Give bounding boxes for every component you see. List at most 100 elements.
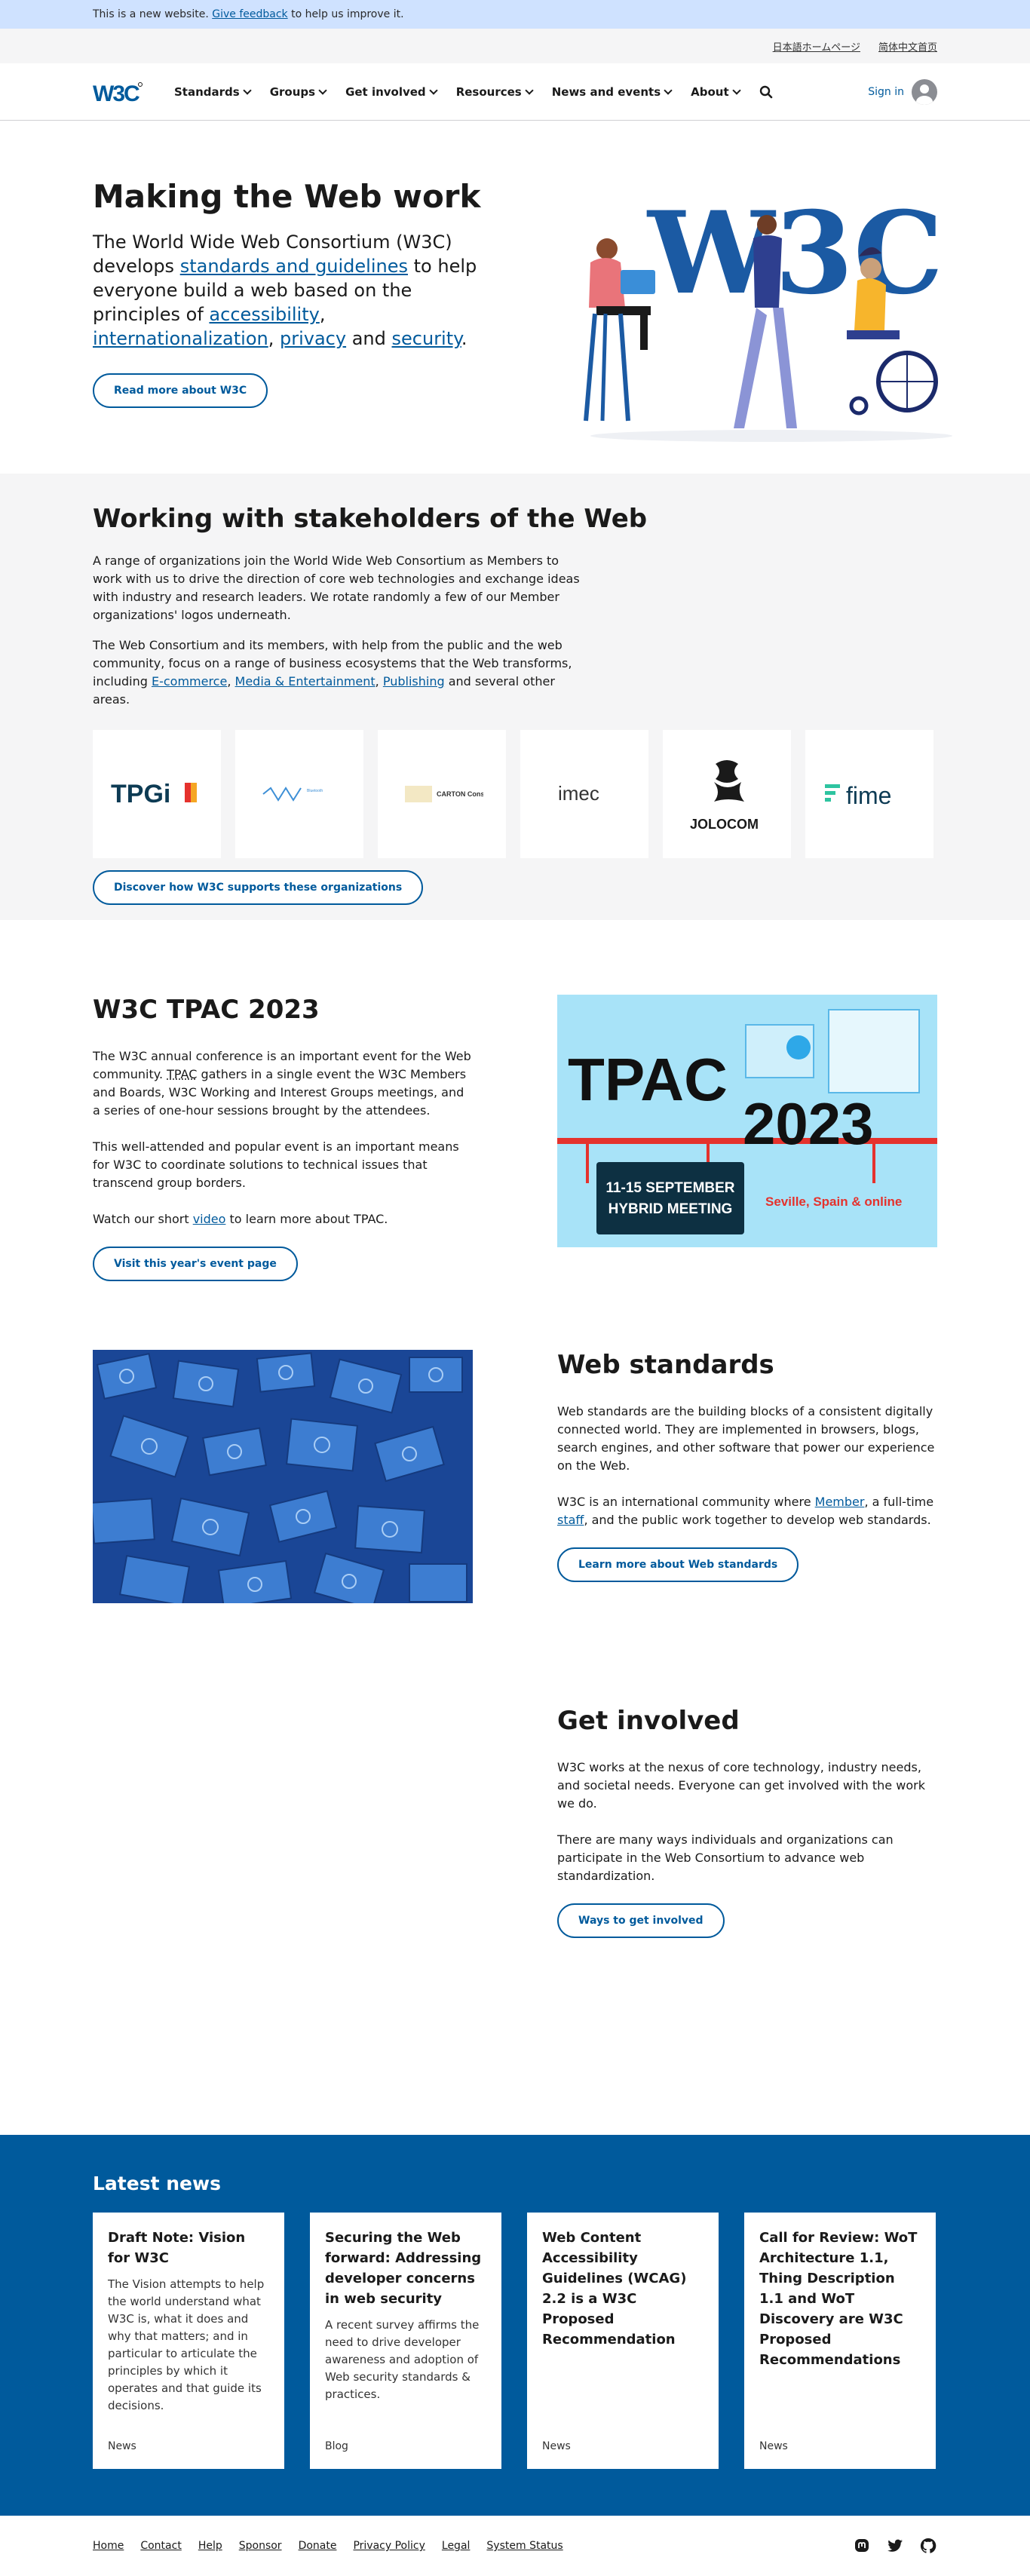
japanese-home-link[interactable]: 日本語ホームページ bbox=[773, 39, 860, 54]
ecommerce-link[interactable]: E-commerce bbox=[152, 674, 227, 688]
nav-news-events[interactable]: News and events bbox=[552, 85, 673, 99]
nav-standards[interactable]: Standards bbox=[174, 85, 252, 99]
member-logo-card[interactable]: CARTON Consulting bbox=[378, 730, 506, 858]
footer-link-donate[interactable]: Donate bbox=[299, 2540, 337, 2552]
publishing-link[interactable]: Publishing bbox=[383, 674, 445, 688]
news-card[interactable]: Draft Note: Vision for W3C The Vision at… bbox=[93, 2213, 284, 2469]
news-card-title[interactable]: Web Content Accessibility Guidelines (WC… bbox=[542, 2228, 704, 2350]
internationalization-link[interactable]: internationalization bbox=[93, 328, 268, 349]
imec-logo: imec bbox=[558, 782, 599, 805]
search-icon[interactable] bbox=[759, 85, 773, 99]
give-feedback-link[interactable]: Give feedback bbox=[212, 8, 287, 20]
sign-in-link[interactable]: Sign in bbox=[868, 86, 904, 98]
ways-to-get-involved-button[interactable]: Ways to get involved bbox=[557, 1903, 725, 1938]
news-card[interactable]: Web Content Accessibility Guidelines (WC… bbox=[527, 2213, 719, 2469]
discover-organizations-button[interactable]: Discover how W3C supports these organiza… bbox=[93, 870, 424, 905]
web-standards-paragraph-2: W3C is an international community where … bbox=[557, 1493, 937, 1529]
site-footer: Home Contact Help Sponsor Donate Privacy… bbox=[0, 2516, 1030, 2576]
nav-groups[interactable]: Groups bbox=[269, 85, 327, 99]
news-card[interactable]: Call for Review: WoT Architecture 1.1, T… bbox=[744, 2213, 936, 2469]
standards-text: , a full-time bbox=[864, 1495, 934, 1509]
privacy-link[interactable]: privacy bbox=[280, 328, 346, 349]
hero-punct: . bbox=[461, 328, 467, 349]
chevron-down-icon bbox=[525, 86, 534, 95]
github-icon[interactable] bbox=[919, 2537, 937, 2555]
site-header: W3C Standards Groups Get involved Resour… bbox=[0, 63, 1030, 121]
staff-link[interactable]: staff bbox=[557, 1513, 584, 1527]
chevron-down-icon bbox=[429, 86, 438, 95]
user-icon bbox=[916, 84, 933, 105]
member-logo-card[interactable]: Bluetooth bbox=[235, 730, 363, 858]
footer-link-legal[interactable]: Legal bbox=[442, 2540, 471, 2552]
chevron-down-icon bbox=[243, 86, 252, 95]
footer-link-home[interactable]: Home bbox=[93, 2540, 124, 2552]
bluetooth-sig-logo: Bluetooth bbox=[262, 787, 323, 802]
main-nav: Standards Groups Get involved Resources … bbox=[174, 85, 773, 99]
tpac-text: to learn more about TPAC. bbox=[229, 1212, 388, 1226]
stakeholders-paragraph-1: A range of organizations join the World … bbox=[93, 554, 580, 622]
news-card[interactable]: Securing the Web forward: Addressing dev… bbox=[310, 2213, 501, 2469]
hero-intro: The World Wide Web Consortium (W3C) deve… bbox=[93, 230, 485, 351]
news-card-title[interactable]: Securing the Web forward: Addressing dev… bbox=[325, 2228, 486, 2309]
svg-text:CARTON Consulting: CARTON Consulting bbox=[437, 790, 483, 798]
stakeholders-section: Working with stakeholders of the Web A r… bbox=[0, 474, 1030, 920]
svg-text:JOLOCOM: JOLOCOM bbox=[690, 817, 759, 832]
news-card-title[interactable]: Call for Review: WoT Architecture 1.1, T… bbox=[759, 2228, 921, 2370]
tpac-image-word: TPAC bbox=[568, 1046, 728, 1113]
tpac-video-link[interactable]: video bbox=[193, 1212, 226, 1226]
nav-label: Resources bbox=[455, 85, 522, 99]
footer-link-contact[interactable]: Contact bbox=[140, 2540, 181, 2552]
nav-resources[interactable]: Resources bbox=[455, 85, 534, 99]
read-more-about-w3c-button[interactable]: Read more about W3C bbox=[93, 373, 268, 408]
tpac-image-format: HYBRID MEETING bbox=[608, 1201, 733, 1217]
footer-link-privacy[interactable]: Privacy Policy bbox=[353, 2540, 425, 2552]
feedback-banner: This is a new website. Give feedback to … bbox=[0, 0, 1030, 29]
banner-text-suffix: to help us improve it. bbox=[291, 8, 404, 20]
news-card-body: A recent survey affirms the need to driv… bbox=[325, 2318, 480, 2401]
fime-logo: fime bbox=[825, 782, 891, 809]
sign-in-area[interactable]: Sign in bbox=[868, 79, 937, 105]
member-logo-card[interactable]: fime bbox=[805, 730, 933, 858]
media-entertainment-link[interactable]: Media & Entertainment bbox=[235, 674, 376, 688]
twitter-icon[interactable] bbox=[886, 2537, 904, 2555]
standards-text: , and the public work together to develo… bbox=[584, 1513, 931, 1527]
nav-label: Get involved bbox=[345, 85, 426, 99]
news-card-category: News bbox=[108, 2440, 136, 2452]
footer-link-help[interactable]: Help bbox=[198, 2540, 222, 2552]
member-logo-card[interactable]: TPGi bbox=[93, 730, 221, 858]
avatar[interactable] bbox=[912, 79, 937, 105]
tpac-paragraph-3: Watch our short video to learn more abou… bbox=[93, 1210, 473, 1228]
tpac-paragraph-2: This well-attended and popular event is … bbox=[93, 1139, 459, 1190]
nav-label: About bbox=[691, 85, 729, 99]
w3c-logo-text: W3C bbox=[93, 81, 139, 105]
security-link[interactable]: security bbox=[392, 328, 461, 349]
standards-text: W3C is an international community where bbox=[557, 1495, 811, 1509]
stakeholders-title: Working with stakeholders of the Web bbox=[93, 504, 648, 534]
visit-event-page-button[interactable]: Visit this year's event page bbox=[93, 1247, 298, 1281]
member-logo-card[interactable]: imec bbox=[520, 730, 648, 858]
social-links bbox=[853, 2537, 937, 2555]
tpac-abbr[interactable]: TPAC bbox=[167, 1067, 197, 1081]
mastodon-icon[interactable] bbox=[853, 2537, 871, 2555]
get-involved-paragraph-2: There are many ways individuals and orga… bbox=[557, 1832, 894, 1883]
web-standards-title: Web standards bbox=[557, 1350, 774, 1380]
nav-about[interactable]: About bbox=[691, 85, 741, 99]
accessibility-link[interactable]: accessibility bbox=[209, 304, 319, 325]
hero-punct: , bbox=[268, 328, 274, 349]
nav-label: Groups bbox=[269, 85, 316, 99]
hero-punct: , bbox=[319, 304, 326, 325]
tpac-image-year: 2023 bbox=[743, 1090, 874, 1157]
footer-link-status[interactable]: System Status bbox=[486, 2540, 563, 2552]
learn-more-web-standards-button[interactable]: Learn more about Web standards bbox=[557, 1547, 799, 1582]
member-logo-card[interactable]: JOLOCOM bbox=[663, 730, 791, 858]
member-link[interactable]: Member bbox=[815, 1495, 865, 1509]
standards-guidelines-link[interactable]: standards and guidelines bbox=[180, 256, 408, 277]
chevron-down-icon bbox=[731, 86, 741, 95]
news-card-title[interactable]: Draft Note: Vision for W3C bbox=[108, 2228, 269, 2268]
footer-link-sponsor[interactable]: Sponsor bbox=[239, 2540, 282, 2552]
nav-get-involved[interactable]: Get involved bbox=[345, 85, 438, 99]
svg-text:fime: fime bbox=[846, 782, 891, 809]
w3c-logo[interactable]: W3C bbox=[93, 79, 144, 105]
chinese-home-link[interactable]: 简体中文首页 bbox=[878, 39, 937, 54]
tpac-section: W3C TPAC 2023 The W3C annual conference … bbox=[0, 920, 1030, 1350]
